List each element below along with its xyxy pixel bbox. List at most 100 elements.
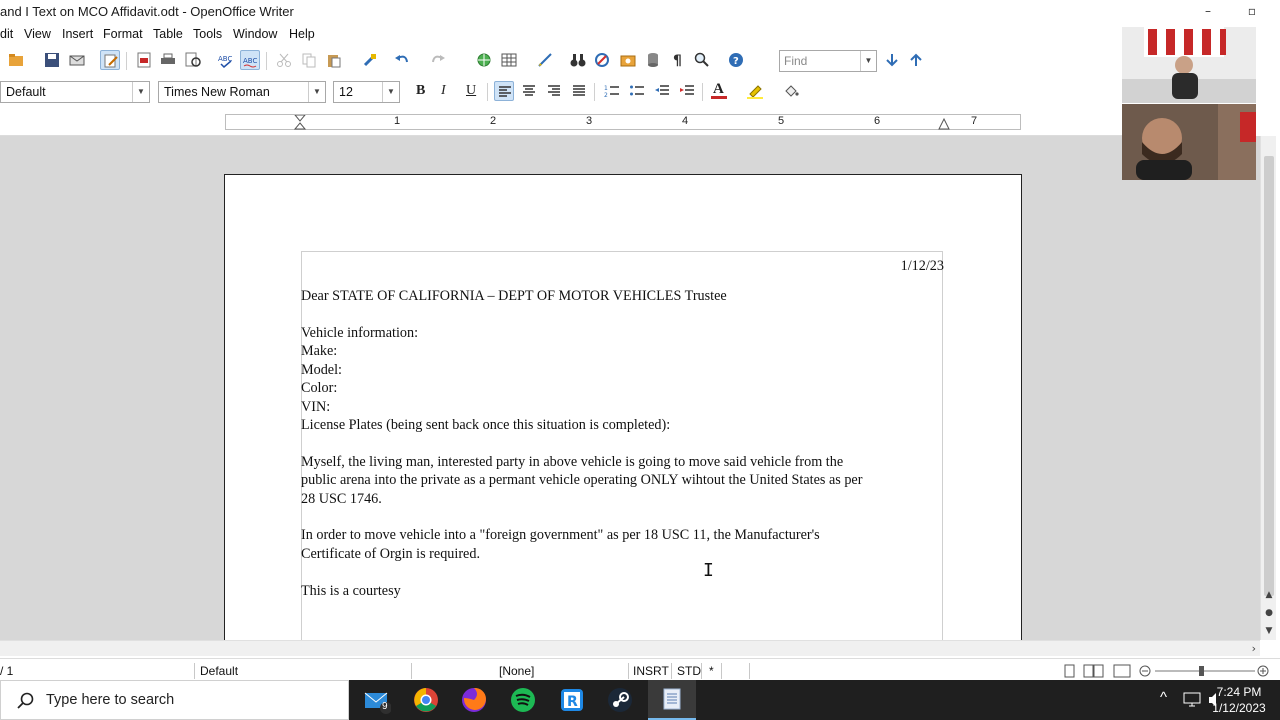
- font-size-select[interactable]: 12 ▼: [333, 81, 400, 103]
- minimize-button[interactable]: –: [1198, 2, 1218, 20]
- find-previous-button[interactable]: [906, 50, 926, 70]
- find-next-button[interactable]: [882, 50, 902, 70]
- taskbar-clock[interactable]: 7:24 PM 1/12/2023: [1204, 684, 1274, 716]
- mail-app-button[interactable]: 9: [363, 686, 392, 714]
- menu-format[interactable]: Format: [103, 27, 143, 41]
- menu-insert[interactable]: Insert: [62, 27, 93, 41]
- font-name-select[interactable]: Times New Roman ▼: [158, 81, 326, 103]
- font-color-button[interactable]: A: [709, 81, 729, 101]
- spotify-app-button[interactable]: [509, 686, 537, 714]
- bullets-button[interactable]: [627, 81, 647, 101]
- chevron-down-icon[interactable]: ▼: [382, 82, 399, 102]
- justify-icon: [573, 85, 585, 96]
- scroll-right-icon[interactable]: ›: [1252, 642, 1256, 655]
- menu-edit[interactable]: dit: [0, 27, 13, 41]
- r-app-icon: R: [561, 689, 583, 711]
- navigator-icon: [595, 53, 609, 67]
- taskbar-search-input[interactable]: Type here to search: [0, 680, 349, 720]
- show-draw-functions-button[interactable]: [535, 50, 555, 70]
- formatting-marks-button[interactable]: ¶: [668, 50, 688, 70]
- print-button[interactable]: [158, 50, 178, 70]
- ruler-number: 5: [778, 115, 785, 127]
- restore-button[interactable]: ▫: [1242, 2, 1262, 20]
- vertical-scrollbar[interactable]: ▲ ● ▼: [1260, 136, 1276, 640]
- openoffice-taskbar-button[interactable]: [648, 680, 696, 720]
- chevron-down-icon[interactable]: ▼: [308, 82, 325, 102]
- steam-app-button[interactable]: [606, 686, 634, 714]
- export-pdf-button[interactable]: [134, 50, 154, 70]
- find-input[interactable]: Find ▼: [779, 50, 877, 72]
- firefox-app-button[interactable]: [460, 686, 488, 714]
- scroll-up-icon[interactable]: ▲: [1263, 588, 1275, 602]
- toolbar-separator: [126, 52, 127, 70]
- license-plates-field: License Plates (being sent back once thi…: [301, 417, 671, 433]
- view-layout-icon[interactable]: [1064, 664, 1134, 678]
- scrollbar-thumb[interactable]: [1264, 156, 1274, 596]
- search-icon: [17, 692, 34, 709]
- page-style[interactable]: Default: [200, 664, 238, 678]
- zoom-button[interactable]: [692, 50, 712, 70]
- database-icon: [648, 53, 658, 67]
- menu-table[interactable]: Table: [153, 27, 183, 41]
- menu-view[interactable]: View: [24, 27, 51, 41]
- scroll-page-icon[interactable]: ●: [1263, 606, 1275, 620]
- paste-button[interactable]: [324, 50, 344, 70]
- make-field: Make:: [301, 343, 338, 359]
- help-button[interactable]: ?: [726, 50, 746, 70]
- navigator-button[interactable]: [592, 50, 612, 70]
- align-center-button[interactable]: [519, 81, 539, 101]
- menu-window[interactable]: Window: [233, 27, 277, 41]
- zoom-slider[interactable]: [1139, 664, 1271, 678]
- find-replace-button[interactable]: [568, 50, 588, 70]
- align-left-button[interactable]: [494, 81, 514, 101]
- underline-button[interactable]: U: [466, 83, 476, 99]
- clone-formatting-button[interactable]: [360, 50, 380, 70]
- horizontal-ruler[interactable]: 1 2 3 4 5 6 7: [225, 114, 1021, 130]
- spellcheck-button[interactable]: ABC: [216, 50, 236, 70]
- document-page[interactable]: 1/12/23 Dear STATE OF CALIFORNIA – DEPT …: [224, 174, 1022, 640]
- left-indent-marker[interactable]: [294, 115, 306, 131]
- open-folder-button[interactable]: [6, 50, 26, 70]
- selection-mode[interactable]: STD: [677, 664, 701, 678]
- table-button[interactable]: [499, 50, 519, 70]
- chevron-down-icon[interactable]: ▼: [860, 51, 876, 71]
- autospellcheck-button[interactable]: ABC: [240, 50, 260, 70]
- highlighting-button[interactable]: [745, 81, 765, 101]
- chevron-down-icon[interactable]: ▼: [132, 82, 149, 102]
- email-button[interactable]: [67, 50, 87, 70]
- align-right-button[interactable]: [544, 81, 564, 101]
- bold-button[interactable]: B: [416, 83, 425, 99]
- edit-file-button[interactable]: [100, 50, 120, 70]
- scroll-down-icon[interactable]: ▼: [1263, 624, 1275, 638]
- right-indent-marker[interactable]: [938, 117, 950, 131]
- copy-button[interactable]: [299, 50, 319, 70]
- print-preview-button[interactable]: [183, 50, 203, 70]
- outdent-icon: [655, 85, 669, 95]
- data-sources-button[interactable]: [643, 50, 663, 70]
- chrome-app-button[interactable]: [412, 686, 440, 714]
- undo-button[interactable]: [392, 50, 412, 70]
- menu-tools[interactable]: Tools: [193, 27, 222, 41]
- ruler-number: 6: [874, 115, 881, 127]
- background-color-button[interactable]: [781, 81, 801, 101]
- network-icon[interactable]: [1182, 691, 1202, 709]
- paragraph-style-select[interactable]: Default ▼: [0, 81, 150, 103]
- horizontal-scrollbar[interactable]: ›: [0, 640, 1260, 656]
- numbering-button[interactable]: 12: [602, 81, 622, 101]
- justify-button[interactable]: [569, 81, 589, 101]
- hyperlink-button[interactable]: [474, 50, 494, 70]
- cut-button[interactable]: [274, 50, 294, 70]
- tray-chevron-up-icon[interactable]: ^: [1160, 689, 1167, 706]
- redo-button[interactable]: [428, 50, 448, 70]
- italic-button[interactable]: I: [441, 83, 446, 99]
- rumble-app-button[interactable]: R: [558, 686, 586, 714]
- windows-taskbar: Type here to search 9 R ^ 7:24 PM 1/12/2…: [0, 680, 1280, 720]
- gallery-button[interactable]: [618, 50, 638, 70]
- increase-indent-button[interactable]: [677, 81, 697, 101]
- menu-help[interactable]: Help: [289, 27, 315, 41]
- insert-mode[interactable]: INSRT: [633, 664, 669, 678]
- decrease-indent-button[interactable]: [652, 81, 672, 101]
- save-button[interactable]: [42, 50, 62, 70]
- standard-toolbar: ABC ABC ¶ ? Find ▼: [0, 46, 1120, 76]
- language-indicator[interactable]: [None]: [499, 664, 534, 678]
